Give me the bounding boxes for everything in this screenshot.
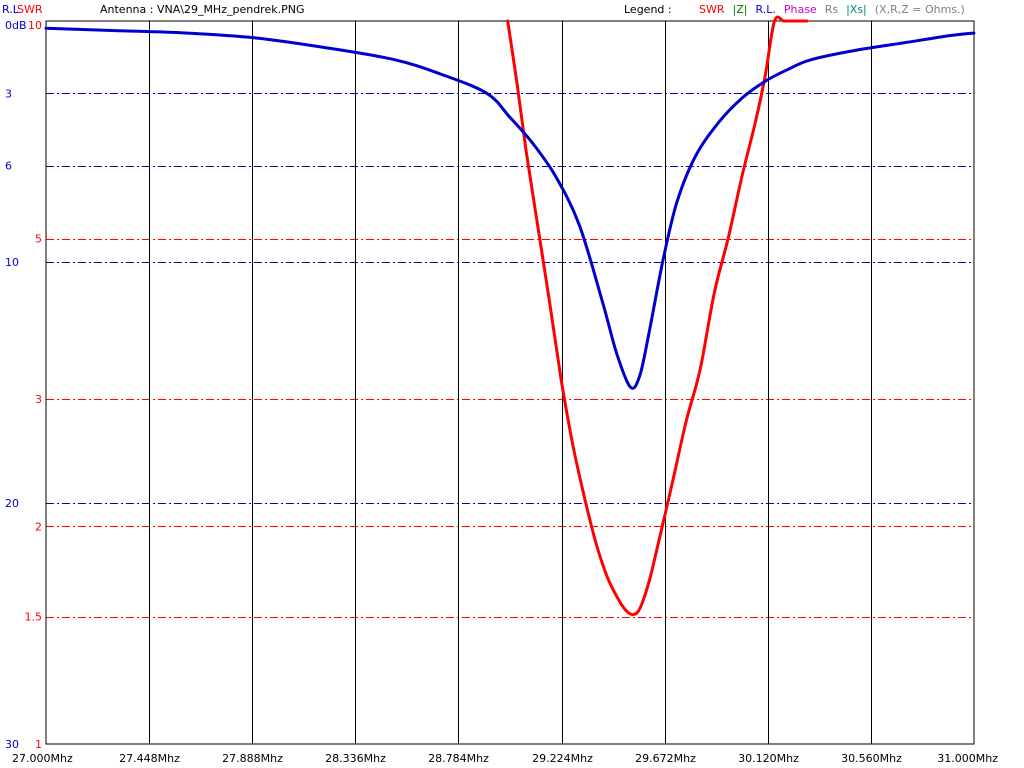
x-tick-label-0: 27.000Mhz	[12, 752, 73, 765]
x-tick-label-9: 31.000Mhz	[937, 752, 998, 765]
x-tick-label-7: 30.120Mhz	[738, 752, 799, 765]
rl-tick-label-2: 6	[5, 160, 12, 173]
rl-tick-label-1: 3	[5, 87, 12, 100]
x-tick-label-8: 30.560Mhz	[841, 752, 902, 765]
legend-item-4[interactable]: Rs	[825, 3, 839, 16]
swr-tick-label-5: 1	[35, 738, 42, 751]
swr-tick-label-3: 2	[35, 520, 42, 533]
legend-item-5[interactable]: |Xs|	[846, 3, 867, 16]
swr-tick-label-4: 1.5	[25, 611, 43, 624]
antenna-file-label: Antenna : VNA\29_MHz_pendrek.PNG	[100, 3, 304, 16]
rl-tick-label-0: 0dB	[5, 19, 27, 32]
legend-item-1[interactable]: |Z|	[733, 3, 748, 16]
x-tick-label-2: 27.888Mhz	[222, 752, 283, 765]
legend-item-3[interactable]: Phase	[784, 3, 817, 16]
legend-item-0[interactable]: SWR	[699, 3, 725, 16]
legend: SWR |Z| R.L. Phase Rs |Xs| (X,R,Z = Ohms.)	[699, 3, 965, 16]
x-tick-label-3: 28.336Mhz	[325, 752, 386, 765]
swr-tick-label-1: 5	[35, 233, 42, 246]
rl-tick-label-3: 10	[5, 256, 19, 269]
swr-tick-label-0: 10	[28, 19, 42, 32]
legend-item-6[interactable]: (X,R,Z = Ohms.)	[875, 3, 965, 16]
legend-label: Legend :	[624, 3, 672, 16]
x-tick-label-4: 28.784Mhz	[428, 752, 489, 765]
legend-item-2[interactable]: R.L.	[755, 3, 775, 16]
chart-background	[0, 0, 1024, 768]
x-tick-label-6: 29.672Mhz	[635, 752, 696, 765]
swr-tick-label-2: 3	[35, 393, 42, 406]
rl-tick-label-4: 20	[5, 497, 19, 510]
swr-axis-title: SWR	[17, 3, 43, 16]
vna-chart: R.L SWR Antenna : VNA\29_MHz_pendrek.PNG…	[0, 0, 1024, 768]
rl-tick-label-5: 30	[5, 738, 19, 751]
x-tick-label-1: 27.448Mhz	[119, 752, 180, 765]
x-tick-label-5: 29.224Mhz	[532, 752, 593, 765]
